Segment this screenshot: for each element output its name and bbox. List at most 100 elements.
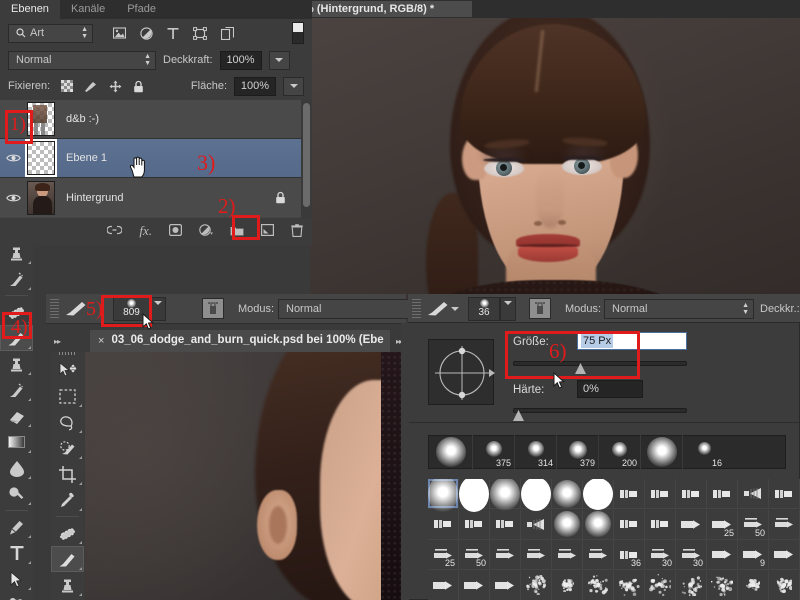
tool-rectangular-marquee[interactable] [51,383,84,409]
tool-blur[interactable] [0,455,33,481]
brush-preset-dropdown-right[interactable] [500,297,516,321]
close-icon[interactable]: × [98,335,104,347]
brush-size-preview-button-right[interactable]: 36 [468,297,500,321]
brush-preset-cell[interactable]: 50 [738,510,769,540]
lock-pixels-icon[interactable] [84,80,98,93]
tool-path-selection[interactable] [0,566,33,592]
chevron-down-icon[interactable] [451,307,459,311]
mode-combo-right[interactable]: Normal ▲▼ [604,299,754,319]
type-filter-icon[interactable] [167,27,179,40]
brush-preset-cell[interactable] [769,540,800,570]
brush-preset-cell[interactable] [521,540,552,570]
brush-size-input[interactable]: 75 Px [577,332,687,350]
brush-preset-cell[interactable] [676,571,707,600]
brush-preset-cell[interactable] [614,479,645,509]
tool-eraser[interactable] [0,403,33,429]
tool-gradient[interactable] [0,429,33,455]
brush-size-slider[interactable] [513,361,687,366]
layer-style-fx-icon[interactable]: fx. [139,224,152,237]
tool-clone-stamp-3[interactable] [51,572,84,598]
recent-brush-presets[interactable]: 375 314 379 200 16 [428,435,786,469]
brush-preset-cell[interactable] [583,479,614,509]
brush-preset-cell[interactable] [521,571,552,600]
brush-preset-cell[interactable] [738,571,769,600]
filter-kind-combo[interactable]: Art ▲▼ [8,24,93,43]
brush-preset-cell[interactable]: 9 [738,540,769,570]
tool-crop[interactable] [51,461,84,487]
brush-preview-icon-right[interactable] [427,301,449,316]
brush-hardness-slider[interactable] [513,408,687,413]
layer-list-scrollbar[interactable] [301,100,312,218]
list-item[interactable] [641,435,683,469]
brush-preview-icon[interactable] [65,301,87,316]
tool-pen[interactable] [0,514,33,540]
layer-visibility-toggle-3[interactable] [0,193,27,203]
brush-preset-cell[interactable] [645,571,676,600]
fill-field[interactable]: 100% [234,77,276,96]
options-bar-grip-right[interactable] [412,299,421,319]
fill-dropdown-button[interactable] [283,77,304,96]
layer-visibility-toggle-2[interactable] [0,153,27,163]
tab-kanaele[interactable]: Kanäle [60,0,116,19]
tool-shape[interactable] [0,592,33,600]
list-item[interactable]: 16 [683,435,725,469]
delete-layer-icon[interactable] [291,224,303,237]
scrollbar-thumb[interactable] [303,103,310,207]
tool-eyedropper[interactable] [51,487,84,513]
smartobject-filter-icon[interactable] [221,27,234,40]
brush-preset-cell[interactable] [552,571,583,600]
brush-preset-cell[interactable] [645,479,676,509]
new-layer-icon[interactable] [261,224,274,236]
brush-preset-cell[interactable]: 36 [614,540,645,570]
brush-preset-cell[interactable] [428,571,459,600]
tool-brush-2[interactable] [51,546,84,572]
list-item[interactable] [429,435,473,469]
link-layers-icon[interactable] [107,225,122,235]
tool-move[interactable] [51,357,84,383]
tool-type[interactable] [0,540,33,566]
layer-thumbnail-3[interactable] [27,181,55,215]
tool-history-brush[interactable] [0,266,33,292]
tab-ebenen[interactable]: Ebenen [0,0,60,19]
list-item[interactable]: 375 [473,435,515,469]
tool-quick-selection[interactable] [51,435,84,461]
adjustment-layer-icon[interactable] [199,224,213,236]
brush-preset-cell[interactable] [428,479,459,509]
brush-preset-cell[interactable] [645,510,676,540]
brush-preset-cell[interactable] [552,540,583,570]
lock-transparency-icon[interactable] [61,80,73,92]
table-row[interactable]: d&b :-) [0,100,312,139]
airbrush-toggle-icon[interactable] [202,298,224,319]
brush-angle-control-icon[interactable] [428,339,494,405]
document-canvas-bottom[interactable] [85,350,405,600]
brush-preset-cell[interactable] [583,540,614,570]
brush-preset-cell[interactable] [521,479,552,509]
shape-filter-icon[interactable] [193,27,207,40]
brush-preset-cell[interactable] [707,479,738,509]
brush-preset-cell[interactable] [614,571,645,600]
tool-lasso[interactable] [51,409,84,435]
brush-preset-cell[interactable] [490,571,521,600]
layer-thumbnail-2[interactable] [27,141,55,175]
brush-preset-cell[interactable] [552,479,583,509]
brush-preset-cell[interactable] [583,571,614,600]
options-bar-grip-left[interactable] [50,299,59,319]
document-tab-top[interactable]: % (Hintergrund, RGB/8) * [300,1,472,17]
brush-preset-cell[interactable] [583,510,614,540]
brush-preset-cell[interactable] [428,510,459,540]
table-row[interactable]: Hintergrund [0,178,312,217]
brush-preset-cell[interactable] [490,479,521,509]
tool-clone-stamp[interactable] [0,240,33,266]
opacity-field[interactable]: 100% [220,51,262,70]
list-item[interactable]: 379 [557,435,599,469]
brush-hardness-field[interactable]: 0% [577,380,643,398]
brush-preset-cell[interactable] [676,479,707,509]
brush-preset-cell[interactable] [459,571,490,600]
brush-preset-cell[interactable]: 25 [707,510,738,540]
brush-preset-cell[interactable] [521,510,552,540]
lock-all-icon[interactable] [133,80,144,93]
document-canvas-top[interactable] [310,18,800,310]
image-filter-icon[interactable] [113,27,126,39]
brush-preset-cell[interactable]: 50 [459,540,490,570]
brush-preset-cell[interactable] [490,510,521,540]
